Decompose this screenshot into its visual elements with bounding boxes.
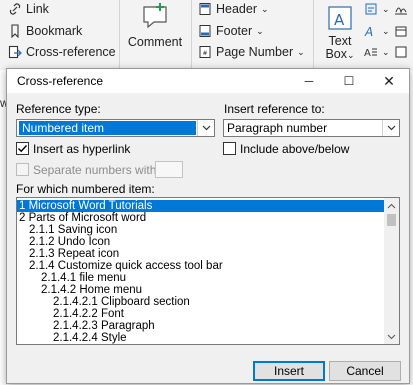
calendar-icon: [395, 26, 407, 37]
reference-type-select[interactable]: Numbered item: [16, 119, 215, 137]
wordart-button[interactable]: A ⌄: [364, 24, 390, 38]
header-label: Header: [216, 2, 257, 16]
cross-reference-icon: [8, 45, 22, 59]
separate-numbers-checkbox[interactable]: [16, 163, 29, 176]
text-box-button[interactable]: A Text Box⌄: [318, 0, 362, 66]
separate-numbers-label: Separate numbers with: [33, 163, 157, 177]
footer-label: Footer: [216, 24, 253, 38]
svg-text:A: A: [364, 25, 373, 38]
chevron-down-icon: ⌄: [382, 25, 390, 36]
svg-text:A: A: [334, 11, 345, 29]
ribbon: Link Bookmark Cross-reference Comment He…: [0, 0, 413, 70]
bookmark-icon: [11, 24, 19, 38]
date-time-button[interactable]: [394, 24, 408, 38]
minimize-icon: ─: [304, 74, 314, 88]
object-icon: [395, 46, 407, 58]
maximize-button[interactable]: ☐: [329, 69, 369, 93]
drop-cap-button[interactable]: A ⌄: [364, 45, 390, 60]
reference-type-value: Numbered item: [19, 121, 196, 135]
dialog-title: Cross-reference: [17, 74, 104, 88]
scroll-up-icon[interactable]: [384, 198, 399, 213]
quick-parts-icon: [365, 3, 377, 15]
drop-cap-icon: A: [364, 48, 377, 59]
reference-type-label: Reference type:: [16, 102, 101, 116]
list-item[interactable]: 2.1.3 Repeat icon: [17, 248, 119, 260]
comment-icon: [143, 3, 167, 29]
vertical-scrollbar[interactable]: [384, 198, 399, 344]
chevron-down-icon: ⌄: [347, 50, 355, 60]
link-button[interactable]: Link: [8, 2, 49, 16]
list-item[interactable]: 2.1.1 Saving icon: [17, 224, 117, 236]
numbered-item-list[interactable]: 1 Microsoft Word Tutorials 2 Parts of Mic…: [16, 197, 400, 345]
list-item[interactable]: 1 Microsoft Word Tutorials: [17, 200, 384, 212]
list-item[interactable]: 2.1.4.2.4 Style: [17, 332, 127, 344]
cancel-button[interactable]: Cancel: [329, 361, 401, 381]
insert-button[interactable]: Insert: [253, 361, 325, 381]
insert-as-hyperlink-checkbox[interactable]: [16, 142, 29, 155]
page-number-icon: #: [199, 46, 211, 58]
signature-line-button[interactable]: [394, 2, 408, 16]
page-number-button[interactable]: # Page Number ⌄: [198, 45, 305, 59]
dialog-titlebar[interactable]: Cross-reference ─ ☐ ✕: [7, 69, 409, 93]
insert-reference-to-label: Insert reference to:: [224, 102, 325, 116]
comment-label: Comment: [127, 35, 183, 49]
header-icon: [199, 3, 211, 15]
separator-input[interactable]: [155, 161, 183, 178]
list-item[interactable]: 2.1.4.2.1 Clipboard section: [17, 296, 190, 308]
header-button[interactable]: Header ⌄: [198, 2, 269, 16]
signature-icon: [395, 7, 407, 15]
link-label: Link: [26, 2, 49, 16]
page-number-label: Page Number: [216, 45, 294, 59]
include-above-below-label[interactable]: Include above/below: [240, 142, 349, 156]
bookmark-label: Bookmark: [26, 24, 83, 38]
chevron-down-icon: ⌄: [261, 3, 269, 14]
ribbon-divider: [191, 0, 192, 70]
list-item[interactable]: 2.1.2 Undo Icon: [17, 236, 110, 248]
list-item[interactable]: 2.1.4.2 Home menu: [17, 284, 142, 296]
text-box-icon: A: [328, 6, 352, 30]
checkmark-icon: [18, 145, 28, 153]
ribbon-divider: [313, 0, 314, 70]
footer-button[interactable]: Footer ⌄: [198, 24, 264, 38]
cross-reference-button[interactable]: Cross-reference: [8, 45, 116, 59]
text-box-label-line2-wrap: Box⌄: [318, 48, 362, 61]
include-above-below-checkbox[interactable]: [223, 142, 236, 155]
chevron-down-icon: ⌄: [256, 25, 264, 36]
cross-reference-dialog: Cross-reference ─ ☐ ✕ Reference type: Nu…: [6, 68, 410, 384]
ribbon-divider: [119, 0, 120, 70]
scrollbar-thumb[interactable]: [387, 214, 396, 226]
svg-text:#: #: [203, 50, 208, 57]
bookmark-button[interactable]: Bookmark: [8, 24, 82, 38]
link-icon: [9, 3, 21, 15]
chevron-down-icon[interactable]: [382, 120, 399, 136]
svg-text:A: A: [364, 48, 371, 59]
insert-reference-to-select[interactable]: Paragraph number: [223, 119, 400, 137]
for-which-label: For which numbered item:: [16, 182, 155, 196]
insert-reference-to-value: Paragraph number: [227, 121, 328, 135]
close-button[interactable]: ✕: [369, 69, 409, 93]
scroll-down-icon[interactable]: [384, 329, 399, 344]
minimize-button[interactable]: ─: [289, 69, 329, 93]
footer-icon: [199, 25, 211, 37]
quick-parts-button[interactable]: ⌄: [364, 2, 390, 16]
text-box-label-line2: Box: [325, 47, 347, 61]
list-item[interactable]: 2.1.4 Customize quick access tool bar: [17, 260, 223, 272]
chevron-down-icon: ⌄: [297, 46, 305, 57]
insert-as-hyperlink-label[interactable]: Insert as hyperlink: [33, 142, 130, 156]
maximize-icon: ☐: [343, 74, 355, 88]
chevron-down-icon[interactable]: [197, 120, 214, 136]
comment-button[interactable]: Comment: [124, 0, 186, 54]
list-item[interactable]: 2.1.4.1 file menu: [17, 272, 126, 284]
list-item[interactable]: 2 Parts of Microsoft word: [17, 212, 146, 224]
wordart-icon: A: [364, 25, 373, 38]
chevron-down-icon: ⌄: [382, 3, 390, 14]
list-item[interactable]: 2.1.4.2.3 Paragraph: [17, 320, 155, 332]
object-button[interactable]: [394, 45, 408, 59]
list-item[interactable]: 2.1.4.2.2 Font: [17, 308, 124, 320]
cross-reference-label: Cross-reference: [26, 45, 116, 59]
close-icon: ✕: [383, 72, 395, 89]
chevron-down-icon: ⌄: [382, 46, 390, 57]
